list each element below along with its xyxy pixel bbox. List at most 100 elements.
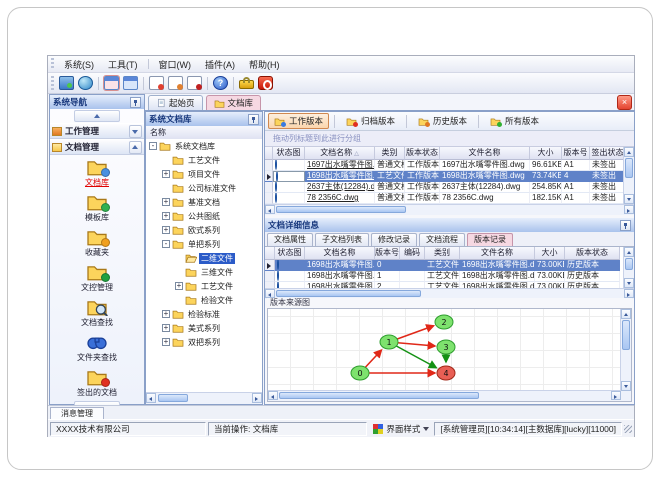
- column-header[interactable]: 版本状态: [405, 147, 440, 160]
- document-refresh-icon[interactable]: [168, 76, 183, 90]
- tree-node[interactable]: + 基准文档: [146, 195, 262, 209]
- tree-node[interactable]: 公司标准文件: [146, 181, 262, 195]
- history-version-button[interactable]: 历史版本: [412, 113, 473, 129]
- tree-horizontal-scrollbar[interactable]: [146, 392, 262, 404]
- tree-node[interactable]: - 系统文档库: [146, 139, 262, 153]
- menu-system[interactable]: 系统(S): [57, 57, 101, 72]
- sidebar-item-doclib[interactable]: 文档库: [50, 155, 144, 190]
- grid-vertical-scrollbar[interactable]: [623, 147, 634, 204]
- expander-icon[interactable]: +: [162, 198, 170, 206]
- expander-icon[interactable]: +: [162, 338, 170, 346]
- column-header[interactable]: 版本状态: [565, 247, 620, 260]
- scroll-left-icon[interactable]: [265, 205, 275, 214]
- scrollbar-thumb[interactable]: [625, 158, 633, 178]
- resize-grip[interactable]: [624, 424, 632, 433]
- tree-node[interactable]: + 检验标准: [146, 307, 262, 321]
- tab-subdoc-list[interactable]: 子文档列表: [315, 233, 369, 246]
- expander-icon[interactable]: -: [162, 240, 170, 248]
- archive-version-button[interactable]: 归档版本: [340, 113, 401, 129]
- tab-modify-records[interactable]: 修改记录: [371, 233, 417, 246]
- tree-node[interactable]: + 双把系列: [146, 335, 262, 349]
- sidebar-group-docs[interactable]: 文档管理: [50, 139, 144, 155]
- scroll-right-icon[interactable]: [611, 391, 621, 400]
- column-header[interactable]: 类别: [375, 147, 405, 160]
- interface-style-label[interactable]: 界面样式: [386, 423, 420, 435]
- document-delete-icon[interactable]: [187, 76, 202, 90]
- tab-doc-properties[interactable]: 文档属性: [267, 233, 313, 246]
- close-icon[interactable]: ×: [617, 95, 632, 110]
- tree-node[interactable]: - 单把系列: [146, 237, 262, 251]
- table-row[interactable]: 1698出水嘴零件图.dwg 1 工艺文件 1698出水嘴零件图.dwg 73.…: [265, 271, 634, 282]
- chevron-down-icon[interactable]: [423, 426, 430, 431]
- column-header[interactable]: 状态图: [275, 247, 305, 260]
- menu-tools[interactable]: 工具(T): [101, 57, 145, 72]
- scrollbar-thumb[interactable]: [622, 320, 630, 350]
- pin-icon[interactable]: [248, 113, 259, 125]
- expander-icon[interactable]: +: [162, 310, 170, 318]
- sidebar-group-work[interactable]: 工作管理: [50, 123, 144, 139]
- scrollbar-thumb[interactable]: [276, 206, 406, 213]
- lock-icon[interactable]: [239, 77, 254, 89]
- version-graph-svg[interactable]: 0 1 2 3 4: [268, 309, 613, 391]
- sidebar-scroll-up-button[interactable]: [74, 110, 120, 122]
- graph-horizontal-scrollbar[interactable]: [268, 390, 621, 401]
- window-list-icon[interactable]: [123, 76, 138, 90]
- scrollbar-thumb[interactable]: [625, 258, 633, 270]
- column-header[interactable]: 大小: [535, 247, 565, 260]
- menu-window[interactable]: 窗口(W): [152, 57, 199, 72]
- chevron-up-icon[interactable]: [129, 140, 142, 154]
- sidebar-item-doc-search[interactable]: 文档查找: [50, 295, 144, 330]
- tree-node[interactable]: 三维文件: [146, 265, 262, 279]
- tree-node[interactable]: + 公共图纸: [146, 209, 262, 223]
- column-header[interactable]: 版本号: [375, 247, 400, 260]
- scroll-left-icon[interactable]: [268, 391, 278, 400]
- scroll-right-icon[interactable]: [252, 393, 262, 403]
- sidebar-item-favorites[interactable]: 收藏夹: [50, 225, 144, 260]
- chevron-down-icon[interactable]: [129, 124, 142, 138]
- scrollbar-thumb[interactable]: [158, 394, 188, 402]
- document-window-icon[interactable]: [103, 75, 120, 91]
- tab-start-page[interactable]: 起始页: [148, 95, 203, 110]
- scroll-up-icon[interactable]: [621, 309, 631, 319]
- scroll-up-icon[interactable]: [624, 247, 634, 257]
- column-header[interactable]: 文件名称: [460, 247, 535, 260]
- scroll-down-icon[interactable]: [621, 381, 631, 391]
- tree-node[interactable]: + 欧式系列: [146, 223, 262, 237]
- scroll-left-icon[interactable]: [265, 289, 275, 298]
- sidebar-item-checked-out[interactable]: 签出的文档: [50, 365, 144, 400]
- mail-document-icon[interactable]: [149, 76, 164, 90]
- expander-icon[interactable]: +: [162, 226, 170, 234]
- column-header[interactable]: 文件名称: [440, 147, 530, 160]
- column-header[interactable]: 编码: [400, 247, 425, 260]
- column-header[interactable]: 大小: [530, 147, 562, 160]
- style-palette-icon[interactable]: [373, 423, 384, 434]
- scroll-down-icon[interactable]: [624, 194, 634, 204]
- menu-plugins[interactable]: 插件(A): [198, 57, 242, 72]
- table-row-selected[interactable]: 1698出水嘴零件图.dwg 0 工艺文件 1698出水嘴零件图.dwg 73.…: [265, 260, 634, 271]
- scrollbar-thumb[interactable]: [276, 290, 421, 297]
- help-icon[interactable]: [213, 76, 228, 90]
- tree-node[interactable]: 工艺文件: [146, 153, 262, 167]
- column-header[interactable]: 文档名称: [305, 247, 375, 260]
- expander-icon[interactable]: -: [149, 142, 157, 150]
- tree-node-selected[interactable]: 二维文件: [146, 251, 262, 265]
- sidebar-item-folder-search[interactable]: 文件夹查找: [50, 330, 144, 365]
- column-header[interactable]: 状态图: [273, 147, 305, 160]
- menu-help[interactable]: 帮助(H): [242, 57, 287, 72]
- column-header[interactable]: 签出状态: [590, 147, 626, 160]
- scroll-right-icon[interactable]: [624, 205, 634, 214]
- pin-icon[interactable]: [130, 96, 141, 108]
- pin-icon[interactable]: [620, 219, 631, 231]
- expander-icon[interactable]: +: [175, 282, 183, 290]
- scroll-down-icon[interactable]: [624, 278, 634, 288]
- all-versions-button[interactable]: 所有版本: [484, 113, 545, 129]
- sidebar-item-templates[interactable]: 模板库: [50, 190, 144, 225]
- tree-node[interactable]: + 工艺文件: [146, 279, 262, 293]
- tab-doc-flow[interactable]: 文档流程: [419, 233, 465, 246]
- column-header-sorted[interactable]: 文档名称: [305, 147, 375, 160]
- column-header[interactable]: 版本号: [562, 147, 590, 160]
- column-header[interactable]: 类别: [425, 247, 460, 260]
- table-row[interactable]: 2637主体(12284).dwg 普通文档 工作版本 2637主体(12284…: [265, 182, 634, 193]
- tab-version-records[interactable]: 版本记录: [467, 233, 513, 246]
- table-row-selected[interactable]: 1698出水嘴零件图.dwg 工艺文件 工作版本 1698出水嘴零件图.dwg …: [265, 171, 634, 182]
